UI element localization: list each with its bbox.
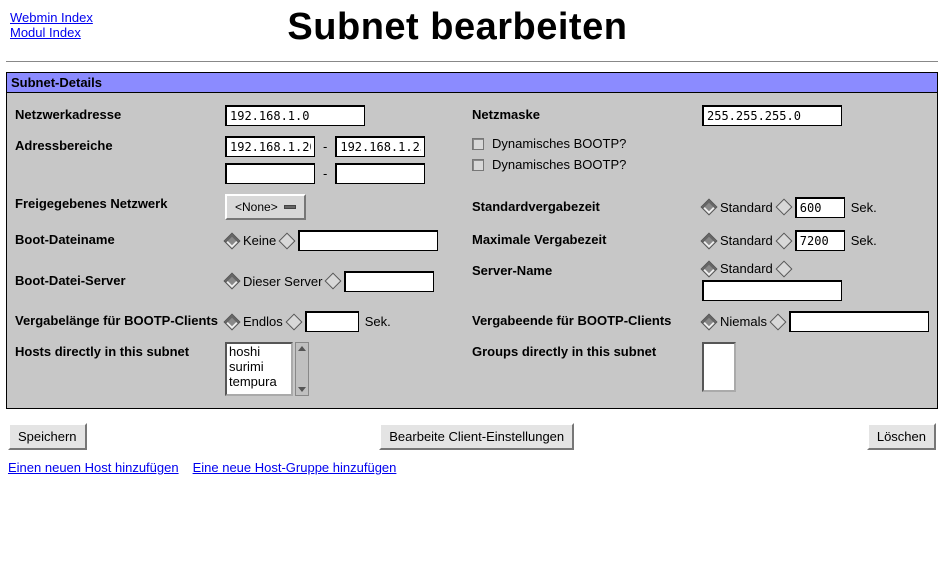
bootfile-server-label: Boot-Datei-Server: [15, 271, 225, 288]
server-name-label: Server-Name: [472, 261, 702, 278]
max-lease-unit: Sek.: [849, 233, 877, 248]
netmask-label: Netzmaske: [472, 105, 702, 122]
default-lease-unit: Sek.: [849, 200, 877, 215]
bootfile-server-custom-radio[interactable]: [325, 273, 342, 290]
max-lease-standard-radio[interactable]: [701, 232, 718, 249]
panel-header: Subnet-Details: [7, 73, 937, 93]
endless-label: Endlos: [243, 314, 283, 329]
bootfile-custom-radio[interactable]: [279, 232, 296, 249]
bootfile-none-radio[interactable]: [224, 232, 241, 249]
edit-client-button[interactable]: Bearbeite Client-Einstellungen: [379, 423, 574, 450]
hosts-scrollbar[interactable]: [295, 342, 309, 396]
save-button[interactable]: Speichern: [8, 423, 87, 450]
dyn-bootp-checkbox-1[interactable]: [472, 138, 484, 150]
server-name-input[interactable]: [702, 280, 842, 301]
range2-from-input[interactable]: [225, 163, 315, 184]
none-label: Keine: [243, 233, 276, 248]
divider: [6, 61, 938, 62]
default-lease-custom-radio[interactable]: [775, 199, 792, 216]
subnet-details-panel: Subnet-Details Netzwerkadresse Netzmaske…: [6, 72, 938, 409]
lease-end-input[interactable]: [789, 311, 929, 332]
standard-label-2: Standard: [720, 233, 773, 248]
groups-listbox[interactable]: [702, 342, 736, 392]
lease-len-endless-radio[interactable]: [224, 313, 241, 330]
never-label: Niemals: [720, 314, 767, 329]
webmin-index-link[interactable]: Webmin Index: [10, 10, 93, 25]
dyn-bootp-checkbox-2[interactable]: [472, 159, 484, 171]
dyn-bootp-label-1: Dynamisches BOOTP?: [488, 136, 626, 151]
range1-from-input[interactable]: [225, 136, 315, 157]
netaddr-label: Netzwerkadresse: [15, 105, 225, 122]
bootfile-server-this-radio[interactable]: [224, 273, 241, 290]
max-lease-custom-radio[interactable]: [775, 232, 792, 249]
standard-label-3: Standard: [720, 261, 773, 276]
max-lease-input[interactable]: [795, 230, 845, 251]
default-lease-input[interactable]: [795, 197, 845, 218]
range-label: Adressbereiche: [15, 136, 225, 153]
server-name-custom-radio[interactable]: [775, 260, 792, 277]
delete-button[interactable]: Löschen: [867, 423, 936, 450]
groups-label: Groups directly in this subnet: [472, 342, 702, 359]
range-sep: -: [319, 166, 331, 181]
netmask-input[interactable]: [702, 105, 842, 126]
range1-to-input[interactable]: [335, 136, 425, 157]
hosts-listbox[interactable]: hoshi surimi tempura: [225, 342, 293, 396]
server-name-standard-radio[interactable]: [701, 260, 718, 277]
lease-len-custom-radio[interactable]: [285, 313, 302, 330]
list-item[interactable]: hoshi: [227, 344, 291, 359]
this-server-label: Dieser Server: [243, 274, 322, 289]
netaddr-input[interactable]: [225, 105, 365, 126]
list-item[interactable]: surimi: [227, 359, 291, 374]
new-host-link[interactable]: Einen neuen Host hinzufügen: [8, 460, 179, 475]
default-lease-label: Standardvergabezeit: [472, 197, 702, 214]
lease-len-bootp-label: Vergabelänge für BOOTP-Clients: [15, 311, 225, 328]
lease-len-unit: Sek.: [363, 314, 391, 329]
standard-label: Standard: [720, 200, 773, 215]
range-sep: -: [319, 139, 331, 154]
bootfile-label: Boot-Dateiname: [15, 230, 225, 247]
dyn-bootp-label-2: Dynamisches BOOTP?: [488, 157, 626, 172]
shared-net-select[interactable]: <None>: [225, 194, 306, 220]
shared-net-value: <None>: [235, 200, 278, 214]
max-lease-label: Maximale Vergabezeit: [472, 230, 702, 247]
dropdown-icon: [284, 205, 296, 209]
lease-end-never-radio[interactable]: [701, 313, 718, 330]
new-group-link[interactable]: Eine neue Host-Gruppe hinzufügen: [193, 460, 397, 475]
default-lease-standard-radio[interactable]: [701, 199, 718, 216]
bootfile-server-input[interactable]: [344, 271, 434, 292]
hosts-label: Hosts directly in this subnet: [15, 342, 225, 359]
lease-end-bootp-label: Vergabeende für BOOTP-Clients: [472, 311, 702, 328]
lease-end-custom-radio[interactable]: [769, 313, 786, 330]
lease-len-input[interactable]: [305, 311, 359, 332]
modul-index-link[interactable]: Modul Index: [10, 25, 93, 40]
page-title: Subnet bearbeiten: [97, 6, 938, 49]
range2-to-input[interactable]: [335, 163, 425, 184]
shared-net-label: Freigegebenes Netzwerk: [15, 194, 225, 211]
list-item[interactable]: tempura: [227, 374, 291, 389]
bootfile-input[interactable]: [298, 230, 438, 251]
